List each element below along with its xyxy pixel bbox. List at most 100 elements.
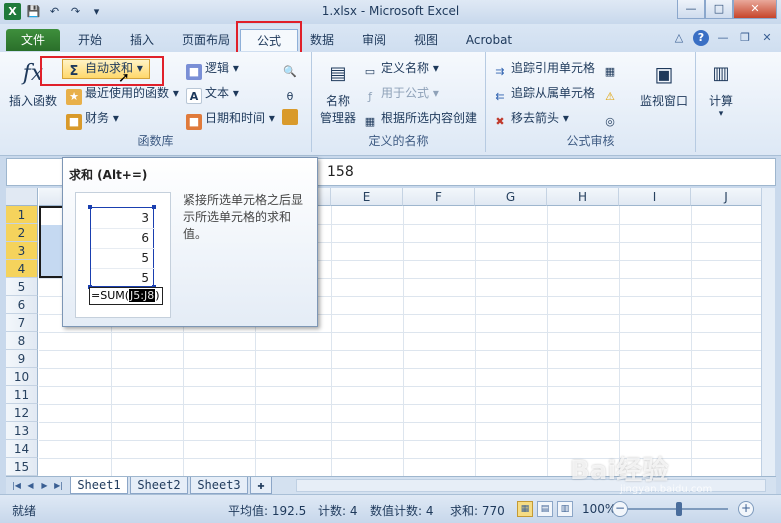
grid-line: [691, 206, 692, 476]
name-manager-label-2: 管理器: [319, 111, 356, 125]
formula-auditing-label: 公式审核: [566, 134, 615, 148]
prev-sheet-icon[interactable]: ◀: [24, 479, 37, 492]
zoom-in-icon[interactable]: +: [738, 501, 754, 517]
theta-icon: θ: [286, 90, 294, 103]
financial-label: 财务: [85, 111, 110, 125]
zoom-out-icon[interactable]: −: [612, 501, 628, 517]
row-header-7[interactable]: 7: [6, 314, 38, 332]
ribbon-collapse-icon[interactable]: △: [671, 30, 687, 46]
restore-button[interactable]: □: [705, 0, 733, 19]
help-icon[interactable]: ?: [693, 30, 709, 46]
error-checking-button[interactable]: ⚠: [602, 83, 621, 103]
formula-bar-value[interactable]: 158: [327, 164, 354, 180]
recent-functions-button[interactable]: ★ 最近使用的函数 ▾: [66, 83, 179, 105]
sheet-tab-2[interactable]: Sheet2: [130, 477, 188, 494]
next-sheet-icon[interactable]: ▶: [38, 479, 51, 492]
show-formulas-button[interactable]: ▦: [602, 58, 621, 78]
normal-view-icon[interactable]: ▦: [517, 501, 533, 517]
column-header-e[interactable]: E: [331, 188, 403, 206]
doc-close-icon[interactable]: ✕: [759, 30, 775, 46]
vertical-scrollbar[interactable]: [761, 188, 775, 476]
grid-line: [39, 350, 762, 351]
math-button[interactable]: θ: [282, 83, 301, 103]
row-header-9[interactable]: 9: [6, 350, 38, 368]
tab-review[interactable]: 审阅: [354, 29, 394, 51]
row-header-5[interactable]: 5: [6, 278, 38, 296]
status-mode: 就绪: [12, 504, 37, 518]
column-header-g[interactable]: G: [475, 188, 547, 206]
calculator-icon: ▥: [712, 63, 730, 84]
status-bar: 就绪 平均值: 192.5 计数: 4 数值计数: 4 求和: 770 ▦ ▤ …: [0, 494, 781, 523]
column-header-f[interactable]: F: [403, 188, 475, 206]
row-header-3[interactable]: 3: [6, 242, 38, 260]
tab-data[interactable]: 数据: [302, 29, 342, 51]
page-break-view-icon[interactable]: ▥: [557, 501, 573, 517]
last-sheet-icon[interactable]: ▶|: [52, 479, 65, 492]
create-from-selection-button[interactable]: ▦ 根据所选内容创建: [362, 108, 477, 128]
evaluate-formula-button[interactable]: ◎: [602, 108, 621, 128]
zoom-slider-thumb[interactable]: [676, 502, 682, 516]
autosum-highlight-box: [40, 56, 164, 86]
watch-window-button[interactable]: ▣ 监视窗口: [636, 58, 692, 109]
doc-restore-icon[interactable]: ❐: [737, 30, 753, 46]
column-header-i[interactable]: I: [619, 188, 691, 206]
date-time-button[interactable]: ■ 日期和时间 ▾: [186, 108, 275, 130]
trace-dependents-button[interactable]: ⇇ 追踪从属单元格: [492, 83, 595, 103]
magnifier-icon: 🔍: [283, 65, 297, 78]
row-header-4[interactable]: 4: [6, 260, 38, 278]
show-formulas-icon: ▦: [604, 65, 616, 78]
column-header-h[interactable]: H: [547, 188, 619, 206]
sheet-tab-1[interactable]: Sheet1: [70, 477, 128, 494]
name-manager-button[interactable]: ▤ 名称 管理器: [318, 58, 358, 126]
column-header-j[interactable]: J: [691, 188, 762, 206]
tab-page-layout[interactable]: 页面布局: [176, 29, 236, 51]
lookup-button[interactable]: 🔍: [282, 58, 301, 78]
row-header-12[interactable]: 12: [6, 404, 38, 422]
row-header-6[interactable]: 6: [6, 296, 38, 314]
illustration-value: 5: [141, 271, 149, 285]
grid-line: [547, 206, 548, 476]
row-header-11[interactable]: 11: [6, 386, 38, 404]
tabrow-right-controls: △ ? — ❐ ✕: [671, 30, 775, 46]
text-button[interactable]: A 文本 ▾: [186, 83, 239, 104]
row-header-15[interactable]: 15: [6, 458, 38, 476]
row-header-2[interactable]: 2: [6, 224, 38, 242]
tab-home[interactable]: 开始: [70, 29, 110, 51]
row-header-14[interactable]: 14: [6, 440, 38, 458]
calculation-button[interactable]: ▥ 计算 ▾: [702, 58, 740, 119]
grid-line: [39, 332, 762, 333]
trace-precedents-button[interactable]: ⇉ 追踪引用单元格: [492, 58, 595, 78]
select-all-corner[interactable]: [6, 188, 38, 206]
define-name-label: 定义名称: [381, 61, 430, 75]
logical-button[interactable]: ■ 逻辑 ▾: [186, 58, 239, 80]
row-header-1[interactable]: 1: [6, 206, 38, 224]
watch-window-icon: ▣: [654, 62, 674, 86]
tab-acrobat[interactable]: Acrobat: [460, 29, 518, 51]
book-icon: ■: [186, 114, 202, 130]
tab-file[interactable]: 文件: [6, 29, 60, 51]
insert-sheet-icon[interactable]: ✚: [250, 477, 272, 494]
remove-arrows-button[interactable]: ✖ 移去箭头 ▾: [492, 108, 568, 128]
first-sheet-icon[interactable]: |◀: [10, 479, 23, 492]
doc-minimize-icon[interactable]: —: [715, 30, 731, 46]
row-header-10[interactable]: 10: [6, 368, 38, 386]
use-in-formula-button[interactable]: ƒ 用于公式 ▾: [362, 83, 439, 103]
page-layout-view-icon[interactable]: ▤: [537, 501, 553, 517]
tag-icon: ▭: [364, 65, 376, 78]
tab-insert[interactable]: 插入: [122, 29, 162, 51]
insert-function-label: 插入函数: [8, 94, 57, 108]
row-header-8[interactable]: 8: [6, 332, 38, 350]
row-header-13[interactable]: 13: [6, 422, 38, 440]
illustration-value: 3: [141, 211, 149, 225]
more-functions-button[interactable]: [282, 108, 301, 128]
minimize-button[interactable]: —: [677, 0, 705, 19]
grid-line: [39, 368, 762, 369]
tab-view[interactable]: 视图: [406, 29, 446, 51]
window-title: 1.xlsx - Microsoft Excel: [321, 4, 460, 18]
close-button[interactable]: ✕: [733, 0, 777, 19]
trace-dependents-label: 追踪从属单元格: [511, 86, 596, 100]
define-name-button[interactable]: ▭ 定义名称 ▾: [362, 58, 439, 78]
selection-handle: [88, 205, 92, 209]
financial-button[interactable]: ■ 财务 ▾: [66, 108, 119, 130]
sheet-tab-3[interactable]: Sheet3: [190, 477, 248, 494]
